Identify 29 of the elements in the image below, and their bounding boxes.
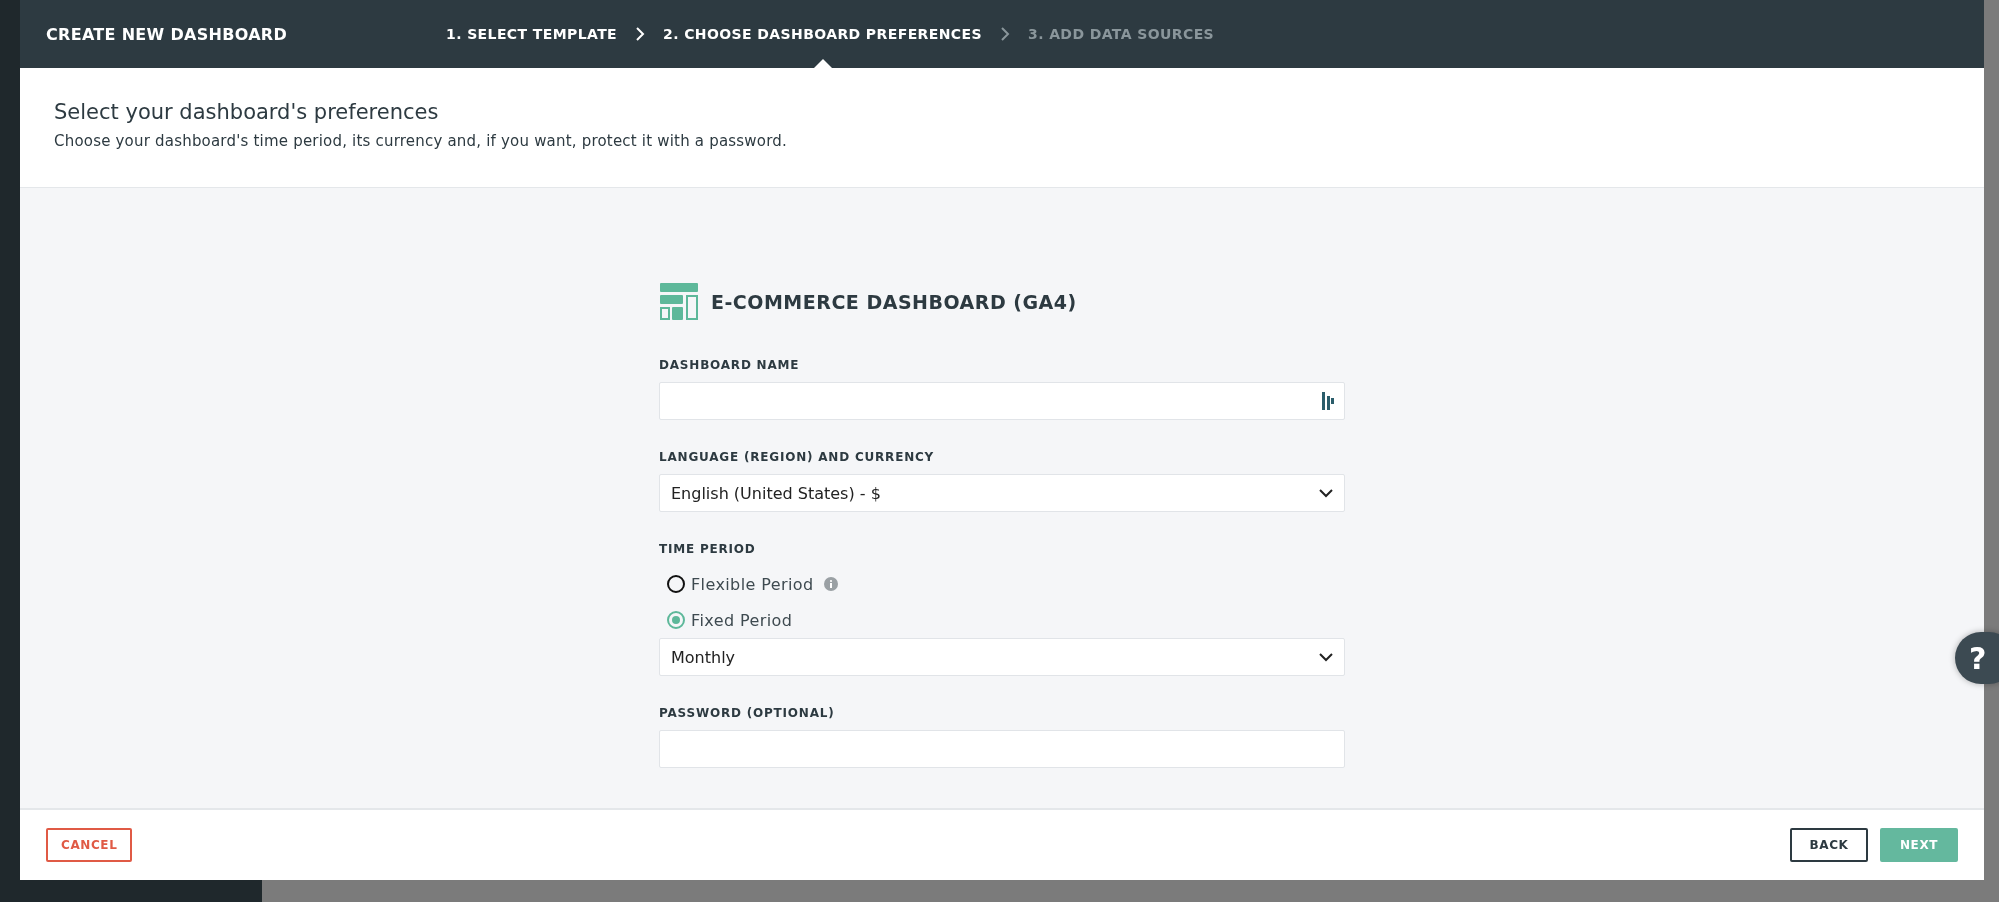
chevron-down-icon xyxy=(1318,651,1334,663)
radio-button[interactable] xyxy=(667,611,685,629)
intro-heading: Select your dashboard's preferences xyxy=(54,100,440,124)
radio-option[interactable]: Fixed Period xyxy=(659,602,1345,638)
dashboard-layout-icon xyxy=(659,282,699,322)
dropdown[interactable]: English (United States) - $ xyxy=(659,474,1345,512)
info-icon xyxy=(823,577,838,591)
password-field[interactable] xyxy=(659,730,1345,768)
dropdown[interactable]: Monthly xyxy=(659,638,1345,676)
modal-title: CREATE NEW DASHBOARD xyxy=(46,24,288,44)
field-label: LANGUAGE (REGION) AND CURRENCY xyxy=(659,450,936,464)
field-label: DASHBOARD NAME xyxy=(659,358,801,372)
field-label: TIME PERIOD xyxy=(659,542,757,556)
password-manager-icon xyxy=(1322,392,1334,410)
radio-label: Fixed Period xyxy=(691,610,793,630)
chevron-right-icon xyxy=(635,26,646,42)
radio-button[interactable] xyxy=(667,575,685,593)
field-label: PASSWORD (OPTIONAL) xyxy=(659,706,836,720)
step-tab[interactable]: 1. SELECT TEMPLATE xyxy=(446,0,618,68)
back-button[interactable]: BACK xyxy=(1790,828,1868,862)
radio-option[interactable]: Flexible Period xyxy=(659,566,1345,602)
chevron-down-icon xyxy=(1318,487,1334,499)
input-field[interactable] xyxy=(659,382,1345,420)
cancel-button[interactable]: CANCEL xyxy=(46,828,133,862)
chevron-right-icon xyxy=(1000,26,1010,42)
intro-description: Choose your dashboard's time period, its currency and, if you want, protect it with a password. xyxy=(54,132,788,150)
step-tab[interactable]: 2. CHOOSE DASHBOARD PREFERENCES xyxy=(663,0,982,68)
template-name: E-COMMERCE DASHBOARD (GA4) xyxy=(711,291,1077,313)
radio-label: Flexible Period xyxy=(691,574,814,594)
